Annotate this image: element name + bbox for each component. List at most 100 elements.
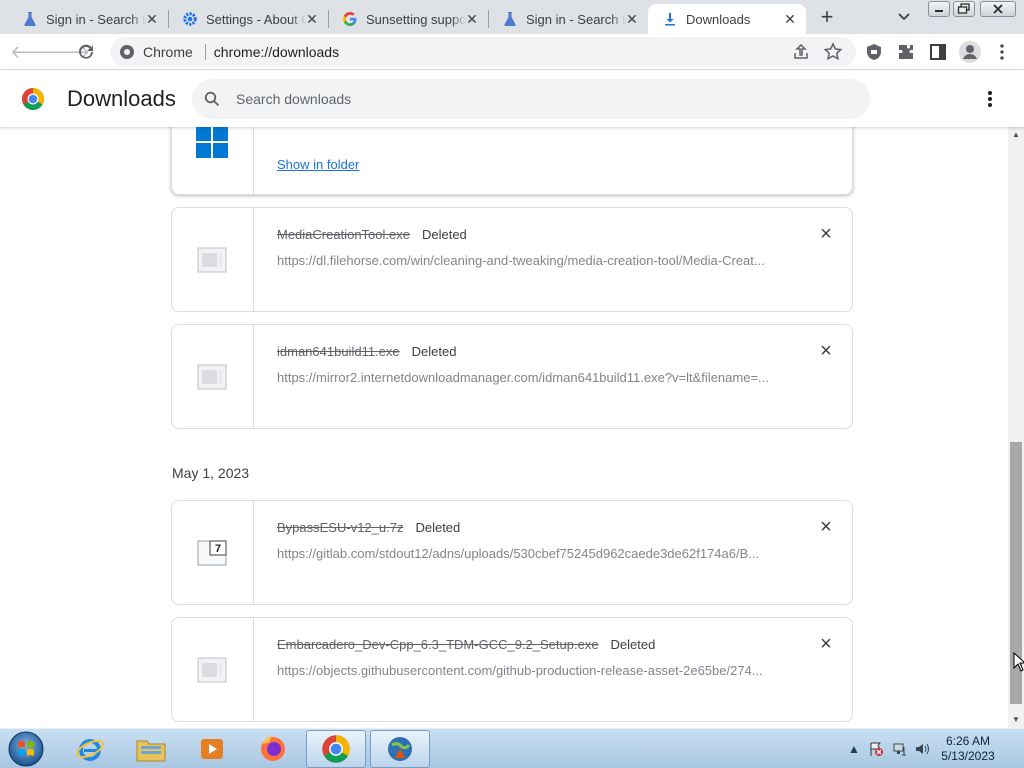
chrome-chip-icon bbox=[120, 45, 134, 59]
chrome-menu-icon[interactable] bbox=[992, 42, 1012, 62]
close-tab-icon[interactable]: ✕ bbox=[144, 11, 160, 27]
remove-from-list-button[interactable]: × bbox=[816, 517, 836, 537]
page-title: Downloads bbox=[67, 86, 176, 111]
scroll-down-arrow[interactable]: ▼ bbox=[1008, 712, 1024, 728]
file-name[interactable]: BypassESU-v12_u.7z Deleted bbox=[277, 520, 460, 535]
taskbar-chrome[interactable] bbox=[306, 730, 366, 768]
browser-toolbar: 🡐 🡒 Chrome chrome://downloads bbox=[0, 34, 1024, 70]
tab-downloads[interactable]: Downloads ✕ bbox=[648, 4, 806, 34]
search-input[interactable] bbox=[236, 87, 836, 111]
more-actions-icon[interactable] bbox=[980, 87, 1000, 111]
volume-icon[interactable] bbox=[914, 741, 930, 757]
downloads-list: Show in folder MediaCreationTool.exe Dele… bbox=[0, 127, 1008, 727]
tab-sunsetting[interactable]: Sunsetting support ✕ bbox=[328, 4, 488, 34]
windows-taskbar: ▲ 6:26 AM 5/13/2023 bbox=[0, 728, 1024, 768]
chrome-logo-icon bbox=[22, 88, 44, 110]
reload-button[interactable] bbox=[74, 40, 98, 64]
extensions-puzzle-icon[interactable] bbox=[896, 42, 916, 62]
close-tab-icon[interactable]: ✕ bbox=[624, 11, 640, 27]
network-icon[interactable] bbox=[892, 741, 908, 757]
show-hidden-icons-icon[interactable]: ▲ bbox=[846, 741, 862, 757]
file-url[interactable]: https://objects.githubusercontent.com/gi… bbox=[277, 663, 763, 678]
file-name-text[interactable]: idman641build11.exe bbox=[277, 344, 400, 359]
minimize-button[interactable] bbox=[928, 1, 950, 17]
vertical-scrollbar[interactable]: ▲ ▼ bbox=[1008, 127, 1024, 728]
file-url[interactable]: https://gitlab.com/stdout12/adns/uploads… bbox=[277, 546, 759, 561]
status-label: Deleted bbox=[415, 520, 461, 535]
file-name[interactable]: MediaCreationTool.exe Deleted bbox=[277, 227, 467, 242]
status-label: Deleted bbox=[421, 227, 467, 242]
url-text: chrome://downloads bbox=[213, 44, 340, 60]
download-item: MediaCreationTool.exe Deleted https://dl.… bbox=[171, 207, 853, 312]
close-tab-icon[interactable]: ✕ bbox=[782, 11, 798, 27]
file-icon-column bbox=[172, 208, 254, 311]
windows-logo-icon bbox=[196, 127, 228, 158]
mouse-cursor-icon bbox=[1013, 652, 1024, 672]
file-name-text[interactable]: Embarcadero_Dev-Cpp_6.3_TDM-GCC_9.2_Setu… bbox=[277, 637, 599, 652]
action-center-flag-icon[interactable] bbox=[868, 741, 884, 757]
flask-icon bbox=[24, 12, 36, 26]
chrome-icon bbox=[322, 735, 350, 763]
file-name[interactable]: idman641build11.exe Deleted bbox=[277, 344, 456, 359]
new-tab-button[interactable]: + bbox=[815, 6, 839, 30]
taskbar-globe-app[interactable] bbox=[370, 730, 430, 768]
tab-title: Downloads bbox=[686, 11, 751, 27]
close-tab-icon[interactable]: ✕ bbox=[304, 11, 320, 27]
shield-extension-icon[interactable] bbox=[864, 42, 884, 62]
file-icon-column bbox=[172, 127, 254, 194]
file-name[interactable]: Embarcadero_Dev-Cpp_6.3_TDM-GCC_9.2_Setu… bbox=[277, 637, 655, 652]
taskbar-media-player[interactable] bbox=[182, 730, 242, 768]
side-panel-icon[interactable] bbox=[928, 42, 948, 62]
7zip-file-icon: 7 bbox=[197, 540, 227, 566]
reload-icon bbox=[79, 44, 93, 59]
file-name-text[interactable]: BypassESU-v12_u.7z bbox=[277, 520, 403, 535]
remove-from-list-button[interactable]: × bbox=[816, 634, 836, 654]
file-url[interactable]: https://mirror2.internetdownloadmanager.… bbox=[277, 370, 769, 385]
gear-icon bbox=[183, 12, 197, 26]
tab-strip: Sign in - Search Labs ✕ Settings - About… bbox=[0, 0, 1024, 34]
site-chip-label: Chrome bbox=[143, 44, 193, 60]
restore-button[interactable] bbox=[953, 1, 975, 17]
tab-sign-in-2[interactable]: Sign in - Search Labs ✕ bbox=[488, 4, 648, 34]
profile-avatar-icon[interactable] bbox=[958, 40, 982, 64]
show-in-folder-link[interactable]: Show in folder bbox=[277, 157, 359, 172]
taskbar-file-explorer[interactable] bbox=[121, 730, 181, 768]
search-box[interactable] bbox=[192, 79, 870, 119]
address-bar[interactable]: Chrome chrome://downloads bbox=[110, 37, 856, 67]
tab-title: Sign in - Search Labs bbox=[46, 11, 146, 27]
clock[interactable]: 6:26 AM 5/13/2023 bbox=[930, 734, 1006, 764]
file-url[interactable]: https://dl.filehorse.com/win/cleaning-an… bbox=[277, 253, 765, 268]
globe-app-icon bbox=[388, 737, 412, 761]
remove-from-list-button[interactable]: × bbox=[816, 224, 836, 244]
share-icon[interactable] bbox=[790, 41, 812, 63]
generic-file-icon bbox=[197, 247, 227, 273]
tab-settings[interactable]: Settings - About Chrome ✕ bbox=[168, 4, 328, 34]
file-icon-column: 7 bbox=[172, 501, 254, 604]
close-window-button[interactable] bbox=[980, 1, 1016, 17]
scroll-up-arrow[interactable]: ▲ bbox=[1008, 127, 1024, 143]
google-g-icon bbox=[343, 12, 357, 26]
forward-button[interactable]: 🡒 bbox=[42, 40, 90, 64]
firefox-icon bbox=[261, 736, 285, 761]
clock-date: 5/13/2023 bbox=[941, 749, 995, 763]
file-icon-column bbox=[172, 325, 254, 428]
back-button[interactable]: 🡐 bbox=[10, 40, 58, 64]
file-icon-column bbox=[172, 618, 254, 721]
svg-text:7: 7 bbox=[215, 543, 221, 555]
file-explorer-icon bbox=[136, 740, 166, 762]
start-button-icon[interactable] bbox=[3, 730, 49, 768]
bookmark-star-icon[interactable] bbox=[822, 41, 844, 63]
file-name-text[interactable]: MediaCreationTool.exe bbox=[277, 227, 410, 242]
tab-search-icon[interactable] bbox=[894, 8, 914, 26]
download-icon bbox=[665, 13, 675, 26]
status-label: Deleted bbox=[411, 344, 457, 359]
site-info-chip[interactable]: Chrome bbox=[110, 44, 214, 60]
taskbar-internet-explorer[interactable] bbox=[60, 730, 120, 768]
remove-from-list-button[interactable]: × bbox=[816, 341, 836, 361]
tab-sign-in-1[interactable]: Sign in - Search Labs ✕ bbox=[8, 4, 168, 34]
media-player-icon bbox=[201, 739, 223, 759]
tab-title: Sign in - Search Labs bbox=[526, 11, 626, 27]
close-tab-icon[interactable]: ✕ bbox=[464, 11, 480, 27]
tab-title: Settings - About Chrome bbox=[206, 11, 306, 27]
taskbar-firefox[interactable] bbox=[243, 730, 303, 768]
